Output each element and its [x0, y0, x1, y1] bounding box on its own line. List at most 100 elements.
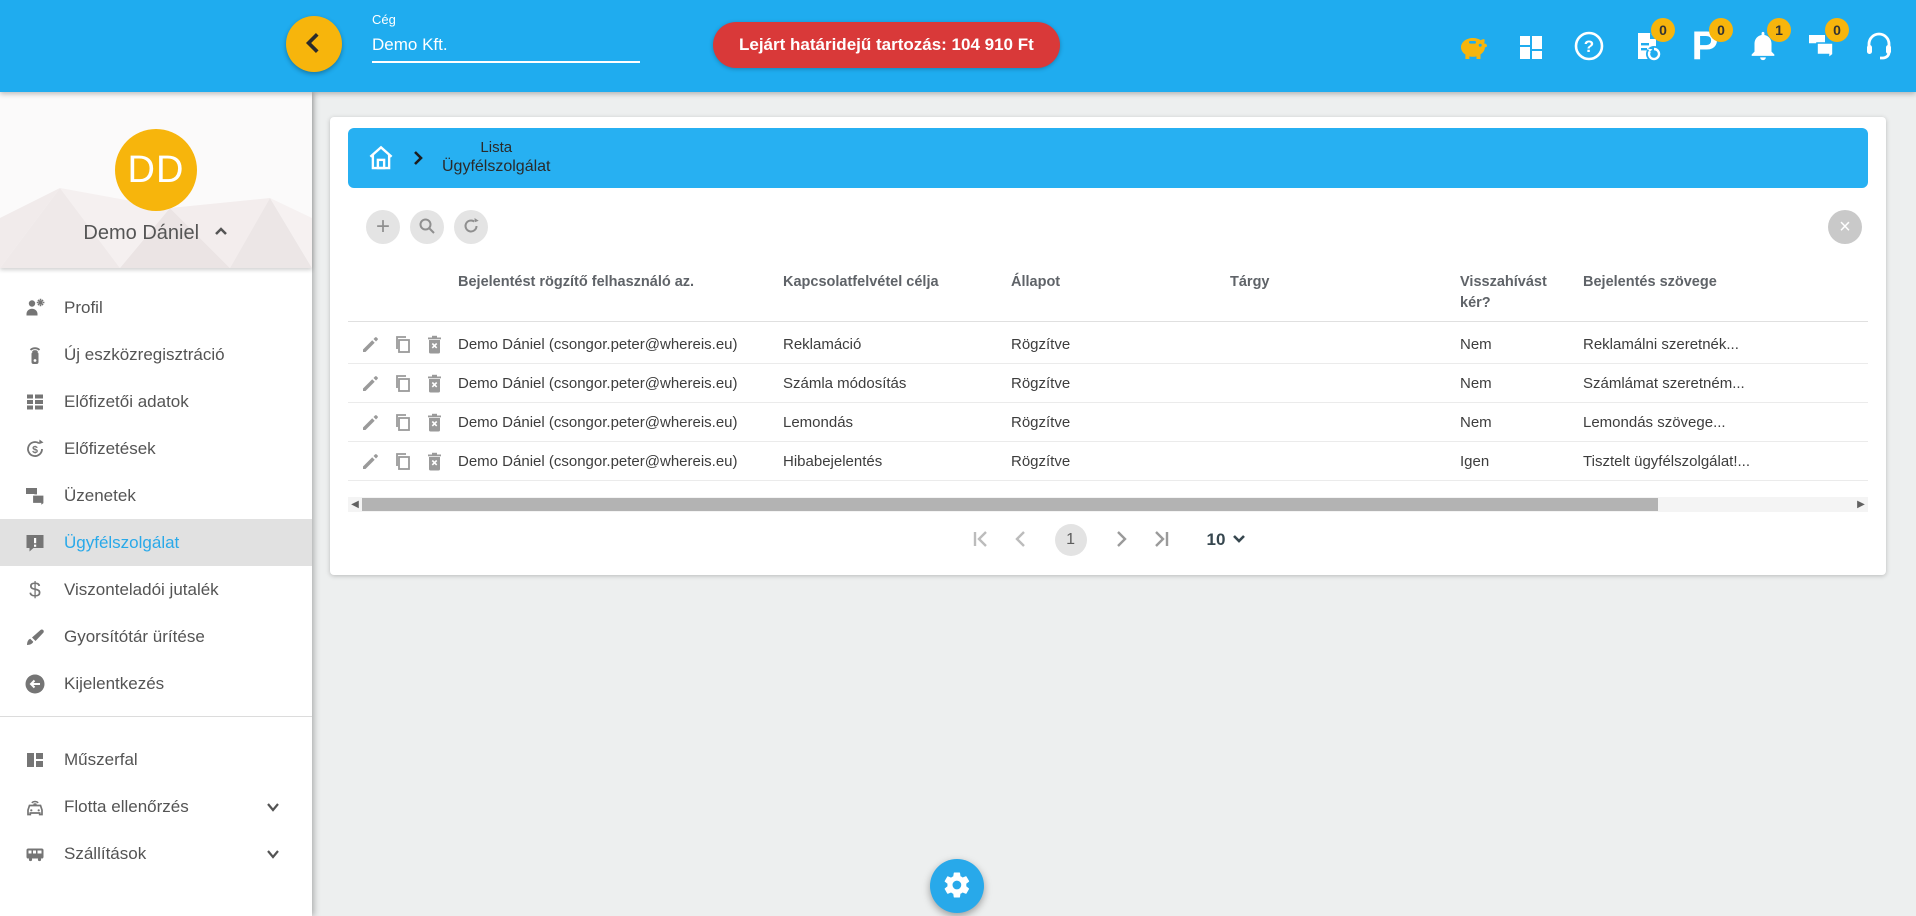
table-row[interactable]: Demo Dániel (csongor.peter@whereis.eu) L…: [348, 403, 1868, 442]
refresh-button[interactable]: [454, 210, 488, 244]
dollar-icon: $: [22, 577, 48, 603]
edit-icon[interactable]: [360, 412, 381, 433]
delete-icon[interactable]: [424, 373, 445, 394]
sidebar-item-label: Profil: [64, 298, 103, 318]
current-page[interactable]: 1: [1055, 524, 1087, 556]
notifications-badge: 1: [1767, 18, 1791, 42]
sidebar-item-label: Gyorsítótár ürítése: [64, 627, 205, 647]
settings-fab[interactable]: [930, 859, 984, 913]
copy-icon[interactable]: [392, 334, 413, 355]
page-size-select[interactable]: 10: [1207, 530, 1248, 551]
search-button[interactable]: [410, 210, 444, 244]
close-button[interactable]: ×: [1828, 210, 1862, 244]
connected-car-icon: [22, 794, 48, 820]
sidebar-item-gyorsitotar-uritese[interactable]: Gyorsítótár ürítése: [0, 613, 312, 660]
cell-purpose: Számla módosítás: [783, 364, 1003, 403]
list-icon: [22, 389, 48, 415]
edit-icon[interactable]: [360, 451, 381, 472]
dashboard-icon: [22, 747, 48, 773]
cell-status: Rögzítve: [1011, 364, 1221, 403]
add-button[interactable]: +: [366, 210, 400, 244]
sidebar-item-viszonteladoi-jutalek[interactable]: $ Viszonteladói jutalék: [0, 566, 312, 613]
piggy-bank-icon[interactable]: [1454, 27, 1492, 65]
document-history-badge: 0: [1651, 18, 1675, 42]
logout-icon: [22, 671, 48, 697]
brush-icon: [22, 624, 48, 650]
sidebar-item-label: Előfizetői adatok: [64, 392, 189, 412]
overdue-debt-alert[interactable]: Lejárt határidejű tartozás: 104 910 Ft: [713, 22, 1060, 68]
row-actions: [360, 403, 445, 442]
home-icon[interactable]: [366, 143, 396, 173]
scroll-left-arrow[interactable]: ◀: [348, 497, 362, 512]
help-icon[interactable]: ?: [1570, 27, 1608, 65]
cell-status: Rögzítve: [1011, 442, 1221, 481]
document-history-icon[interactable]: 0: [1628, 27, 1666, 65]
notifications-bell-icon[interactable]: 1: [1744, 27, 1782, 65]
sidebar-item-label: Műszerfal: [64, 750, 138, 770]
sidebar-item-muszerfal[interactable]: Műszerfal: [0, 736, 312, 783]
column-header: Tárgy: [1230, 272, 1450, 293]
delete-icon[interactable]: [424, 412, 445, 433]
row-actions: [360, 325, 445, 364]
copy-icon[interactable]: [392, 451, 413, 472]
row-actions: [360, 442, 445, 481]
copy-icon[interactable]: [392, 373, 413, 394]
sidebar-item-elofizetesek[interactable]: $ Előfizetések: [0, 425, 312, 472]
delete-icon[interactable]: [424, 334, 445, 355]
cell-subject: [1230, 442, 1450, 481]
scrollbar-thumb[interactable]: [362, 498, 1658, 511]
sidebar-item-flotta-ellenorzes[interactable]: Flotta ellenőrzés: [0, 783, 312, 830]
column-header: Bejelentést rögzítő felhasználó az.: [458, 272, 778, 293]
sidebar-item-uzenetek[interactable]: Üzenetek: [0, 472, 312, 519]
delete-icon[interactable]: [424, 451, 445, 472]
sidebar-item-kijelentkezes[interactable]: Kijelentkezés: [0, 660, 312, 707]
cell-status: Rögzítve: [1011, 325, 1221, 364]
sidebar-item-ugyfelszolgalat[interactable]: Ügyfélszolgálat: [0, 519, 312, 566]
apps-grid-icon[interactable]: [1512, 27, 1550, 65]
pagination: 1 10: [330, 521, 1886, 559]
table-row[interactable]: Demo Dániel (csongor.peter@whereis.eu) H…: [348, 442, 1868, 481]
first-page-button[interactable]: [969, 528, 993, 552]
sidebar-item-uj-eszkozregisztracio[interactable]: Új eszközregisztráció: [0, 331, 312, 378]
chevron-down-icon[interactable]: [264, 845, 282, 863]
cell-subject: [1230, 364, 1450, 403]
copy-icon[interactable]: [392, 412, 413, 433]
cell-subject: [1230, 325, 1450, 364]
column-header: Bejelentés szövege: [1583, 272, 1863, 293]
edit-icon[interactable]: [360, 334, 381, 355]
sidebar-item-profil[interactable]: Profil: [0, 284, 312, 331]
last-page-button[interactable]: [1149, 528, 1173, 552]
cell-purpose: Lemondás: [783, 403, 1003, 442]
edit-icon[interactable]: [360, 373, 381, 394]
avatar[interactable]: DD: [115, 129, 197, 211]
user-name: Demo Dániel: [83, 222, 199, 244]
search-icon: [418, 217, 436, 238]
company-input[interactable]: [372, 33, 640, 63]
sidebar-item-label: Ügyfélszolgálat: [64, 533, 179, 553]
svg-text:?: ?: [1584, 37, 1594, 56]
user-name-toggle[interactable]: Demo Dániel: [0, 222, 312, 245]
horizontal-scrollbar[interactable]: ◀ ▶: [348, 497, 1868, 512]
support-headset-icon[interactable]: [1860, 27, 1898, 65]
table-row[interactable]: Demo Dániel (csongor.peter@whereis.eu) R…: [348, 325, 1868, 364]
cell-text: Tisztelt ügyfélszolgálat!...: [1583, 442, 1863, 481]
messages-icon[interactable]: 0: [1802, 27, 1840, 65]
back-button[interactable]: [286, 16, 342, 72]
cell-user: Demo Dániel (csongor.peter@whereis.eu): [458, 403, 778, 442]
sidebar-item-elofizetoi-adatok[interactable]: Előfizetői adatok: [0, 378, 312, 425]
sidebar-item-szallitasok[interactable]: Szállítások: [0, 830, 312, 877]
chevron-down-icon[interactable]: [264, 798, 282, 816]
refresh-icon: [462, 217, 480, 238]
parking-icon[interactable]: P 0: [1686, 27, 1724, 65]
cell-purpose: Hibabejelentés: [783, 442, 1003, 481]
chevron-right-icon: [408, 148, 428, 168]
sidebar-item-label: Új eszközregisztráció: [64, 345, 225, 365]
breadcrumb-text: Lista Ügyfélszolgálat: [442, 139, 551, 177]
table-row[interactable]: Demo Dániel (csongor.peter@whereis.eu) S…: [348, 364, 1868, 403]
scroll-right-arrow[interactable]: ▶: [1854, 497, 1868, 512]
column-header: Állapot: [1011, 272, 1221, 293]
chat-alert-icon: [22, 530, 48, 556]
next-page-button[interactable]: [1109, 528, 1133, 552]
breadcrumb-line2: Ügyfélszolgálat: [442, 157, 551, 177]
previous-page-button[interactable]: [1009, 528, 1033, 552]
